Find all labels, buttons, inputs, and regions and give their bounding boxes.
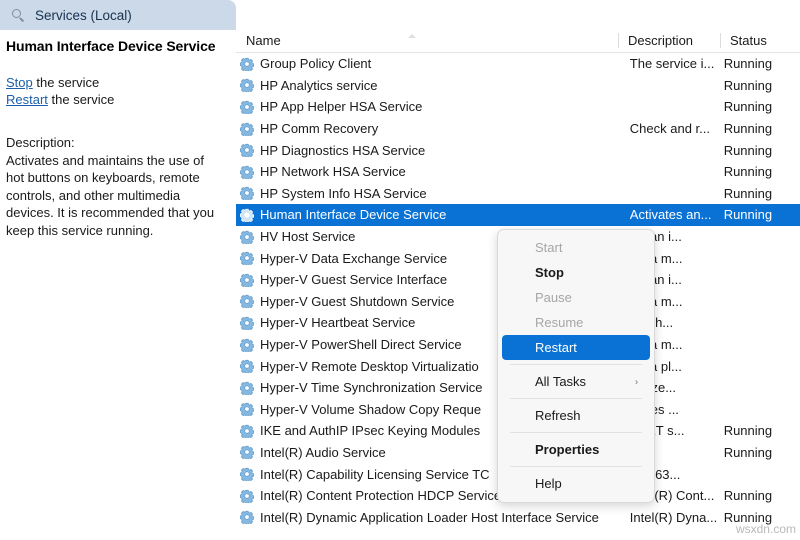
- service-gear-icon: [240, 122, 254, 136]
- service-gear-icon: [240, 424, 254, 438]
- service-status: Running: [724, 143, 800, 158]
- sort-ascending-icon: [408, 34, 416, 38]
- description-text: Activates and maintains the use of hot b…: [6, 152, 220, 240]
- tab-label: Services (Local): [35, 8, 132, 23]
- menu-separator: [510, 432, 642, 433]
- menu-item-all-tasks[interactable]: All Tasks›: [502, 369, 650, 394]
- service-gear-icon: [240, 100, 254, 114]
- service-status: Running: [724, 186, 800, 201]
- table-row[interactable]: HP Comm RecoveryCheck and r...Running: [236, 118, 800, 140]
- service-status: Running: [724, 164, 800, 179]
- tab-services-local[interactable]: Services (Local): [0, 0, 236, 30]
- menu-separator: [510, 466, 642, 467]
- stop-service-line: Stop the service: [6, 74, 226, 91]
- service-gear-icon: [240, 165, 254, 179]
- table-row[interactable]: HP Network HSA Service Running: [236, 161, 800, 183]
- service-status: Running: [724, 423, 800, 438]
- description-heading: Description:: [6, 134, 220, 152]
- service-gear-icon: [240, 445, 254, 459]
- menu-item-help[interactable]: Help: [502, 471, 650, 496]
- service-gear-icon: [240, 186, 254, 200]
- description-block: Description: Activates and maintains the…: [6, 134, 220, 239]
- service-description: Intel(R) Dyna...: [630, 510, 724, 525]
- titlebar: Services (Local): [0, 0, 800, 30]
- service-status: Running: [724, 78, 800, 93]
- table-row[interactable]: Human Interface Device ServiceActivates …: [236, 204, 800, 226]
- table-row[interactable]: HP Analytics service Running: [236, 75, 800, 97]
- service-name: HP Network HSA Service: [254, 164, 630, 179]
- restart-service-suffix: the service: [48, 92, 114, 107]
- service-status: Running: [724, 445, 800, 460]
- service-description: The service i...: [630, 56, 724, 71]
- service-detail-pane: Human Interface Device Service Stop the …: [0, 30, 236, 540]
- service-gear-icon: [240, 273, 254, 287]
- menu-separator: [510, 398, 642, 399]
- service-name: Intel(R) Dynamic Application Loader Host…: [254, 510, 630, 525]
- service-gear-icon: [240, 143, 254, 157]
- service-status: Running: [724, 121, 800, 136]
- table-row[interactable]: Intel(R) Dynamic Application Loader Host…: [236, 506, 800, 528]
- list-column-headers: Name Description Status: [236, 30, 800, 53]
- column-header-status[interactable]: Status: [720, 30, 800, 52]
- menu-separator: [510, 364, 642, 365]
- stop-service-link[interactable]: Stop: [6, 75, 33, 90]
- menu-item-start: Start: [502, 235, 650, 260]
- service-gear-icon: [240, 402, 254, 416]
- service-gear-icon: [240, 381, 254, 395]
- service-gear-icon: [240, 230, 254, 244]
- menu-item-refresh[interactable]: Refresh: [502, 403, 650, 428]
- table-row[interactable]: Group Policy ClientThe service i...Runni…: [236, 53, 800, 75]
- menu-item-resume: Resume: [502, 310, 650, 335]
- table-row[interactable]: HP System Info HSA Service Running: [236, 183, 800, 205]
- service-gear-icon: [240, 208, 254, 222]
- column-header-name[interactable]: Name: [236, 30, 618, 52]
- service-gear-icon: [240, 489, 254, 503]
- service-status: Running: [724, 488, 800, 503]
- service-gear-icon: [240, 251, 254, 265]
- chevron-right-icon: ›: [635, 369, 638, 394]
- page-title: Human Interface Device Service: [6, 38, 226, 54]
- table-row[interactable]: HP App Helper HSA Service Running: [236, 96, 800, 118]
- table-row[interactable]: HP Diagnostics HSA Service Running: [236, 139, 800, 161]
- restart-service-line: Restart the service: [6, 91, 226, 108]
- menu-item-properties[interactable]: Properties: [502, 437, 650, 462]
- service-gear-icon: [240, 359, 254, 373]
- restart-service-link[interactable]: Restart: [6, 92, 48, 107]
- search-icon: [12, 9, 25, 22]
- service-name: HP Diagnostics HSA Service: [254, 143, 630, 158]
- menu-item-pause: Pause: [502, 285, 650, 310]
- service-name: HP App Helper HSA Service: [254, 99, 630, 114]
- service-status: Running: [724, 56, 800, 71]
- service-gear-icon: [240, 338, 254, 352]
- service-gear-icon: [240, 467, 254, 481]
- service-description: Check and r...: [630, 121, 724, 136]
- context-menu[interactable]: StartStopPauseResumeRestart All Tasks› Ref…: [497, 229, 655, 503]
- service-name: HP Analytics service: [254, 78, 630, 93]
- menu-item-stop[interactable]: Stop: [502, 260, 650, 285]
- service-status: Running: [724, 510, 800, 525]
- service-name: Group Policy Client: [254, 56, 630, 71]
- menu-item-restart[interactable]: Restart: [502, 335, 650, 360]
- service-gear-icon: [240, 294, 254, 308]
- service-gear-icon: [240, 57, 254, 71]
- service-name: HP System Info HSA Service: [254, 186, 630, 201]
- service-status: Running: [724, 99, 800, 114]
- service-gear-icon: [240, 316, 254, 330]
- column-header-description[interactable]: Description: [618, 30, 720, 52]
- service-name: HP Comm Recovery: [254, 121, 630, 136]
- service-gear-icon: [240, 78, 254, 92]
- service-status: Running: [724, 207, 800, 222]
- service-action-links: Stop the service Restart the service: [6, 74, 226, 108]
- stop-service-suffix: the service: [33, 75, 99, 90]
- service-name: Human Interface Device Service: [254, 207, 630, 222]
- service-description: Activates an...: [630, 207, 724, 222]
- service-gear-icon: [240, 510, 254, 524]
